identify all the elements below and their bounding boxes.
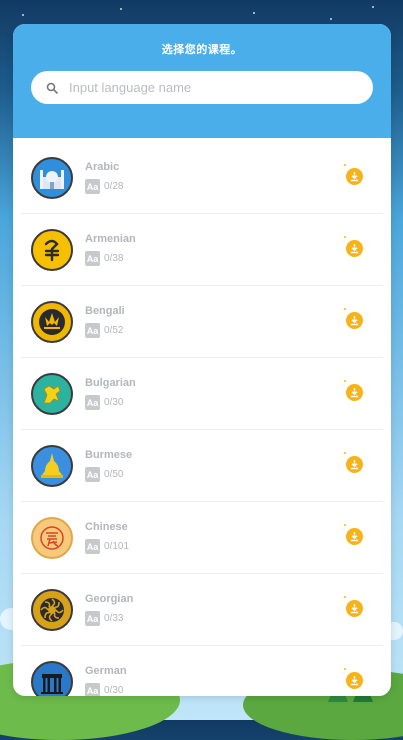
language-name: Georgian bbox=[85, 593, 134, 605]
download-icon[interactable] bbox=[346, 600, 363, 617]
download-icon[interactable] bbox=[346, 384, 363, 401]
lesson-count: 0/52 bbox=[104, 325, 124, 336]
card-header: 选择您的课程。 bbox=[13, 24, 391, 138]
download-icon[interactable] bbox=[346, 168, 363, 185]
language-name: Burmese bbox=[85, 449, 133, 461]
aa-icon: Aa bbox=[85, 467, 100, 482]
language-row-arabic[interactable]: Arabic Aa 0/28 bbox=[21, 142, 383, 214]
language-row-armenian[interactable]: Armenian Aa 0/38 bbox=[21, 214, 383, 286]
pagoda-icon bbox=[31, 444, 73, 487]
download-icon[interactable] bbox=[346, 528, 363, 545]
download-icon[interactable] bbox=[346, 312, 363, 329]
aa-icon: Aa bbox=[85, 683, 100, 696]
brandenburg-gate-icon bbox=[31, 660, 73, 696]
lesson-count: 0/30 bbox=[104, 397, 124, 408]
course-card: 选择您的课程。 A bbox=[13, 24, 391, 696]
lion-icon bbox=[31, 372, 73, 415]
lesson-count: 0/38 bbox=[104, 253, 124, 264]
borjgali-icon bbox=[31, 588, 73, 631]
language-list: Arabic Aa 0/28 Armenian Aa 0/38 Bengali … bbox=[13, 142, 391, 696]
language-row-burmese[interactable]: Burmese Aa 0/50 bbox=[21, 430, 383, 502]
language-name: Bengali bbox=[85, 305, 125, 317]
download-icon[interactable] bbox=[346, 672, 363, 689]
lesson-count: 0/101 bbox=[104, 541, 130, 552]
aa-icon: Aa bbox=[85, 395, 100, 410]
lesson-count: 0/50 bbox=[104, 469, 124, 480]
aa-icon: Aa bbox=[85, 179, 100, 194]
language-row-georgian[interactable]: Georgian Aa 0/33 bbox=[21, 574, 383, 646]
lesson-count: 0/28 bbox=[104, 181, 124, 192]
search-bar[interactable] bbox=[31, 71, 373, 104]
love-character-icon bbox=[31, 516, 73, 559]
search-input[interactable] bbox=[63, 71, 373, 104]
download-icon[interactable] bbox=[346, 240, 363, 257]
aa-icon: Aa bbox=[85, 539, 100, 554]
lotus-icon bbox=[31, 300, 73, 343]
language-name: Bulgarian bbox=[85, 377, 136, 389]
language-row-german[interactable]: German Aa 0/30 bbox=[21, 646, 383, 696]
aa-icon: Aa bbox=[85, 251, 100, 266]
aa-icon: Aa bbox=[85, 611, 100, 626]
dram-symbol-icon bbox=[31, 228, 73, 271]
download-icon[interactable] bbox=[346, 456, 363, 473]
aa-icon: Aa bbox=[85, 323, 100, 338]
language-name: Armenian bbox=[85, 233, 136, 245]
language-name: Arabic bbox=[85, 161, 120, 173]
language-name: German bbox=[85, 665, 127, 677]
lesson-count: 0/30 bbox=[104, 685, 124, 696]
language-name: Chinese bbox=[85, 521, 128, 533]
search-icon bbox=[41, 82, 63, 94]
mosque-icon bbox=[31, 156, 73, 199]
language-row-bengali[interactable]: Bengali Aa 0/52 bbox=[21, 286, 383, 358]
lesson-count: 0/33 bbox=[104, 613, 124, 624]
page-title: 选择您的课程。 bbox=[161, 44, 243, 56]
language-row-bulgarian[interactable]: Bulgarian Aa 0/30 bbox=[21, 358, 383, 430]
language-row-chinese[interactable]: Chinese Aa 0/101 bbox=[21, 502, 383, 574]
